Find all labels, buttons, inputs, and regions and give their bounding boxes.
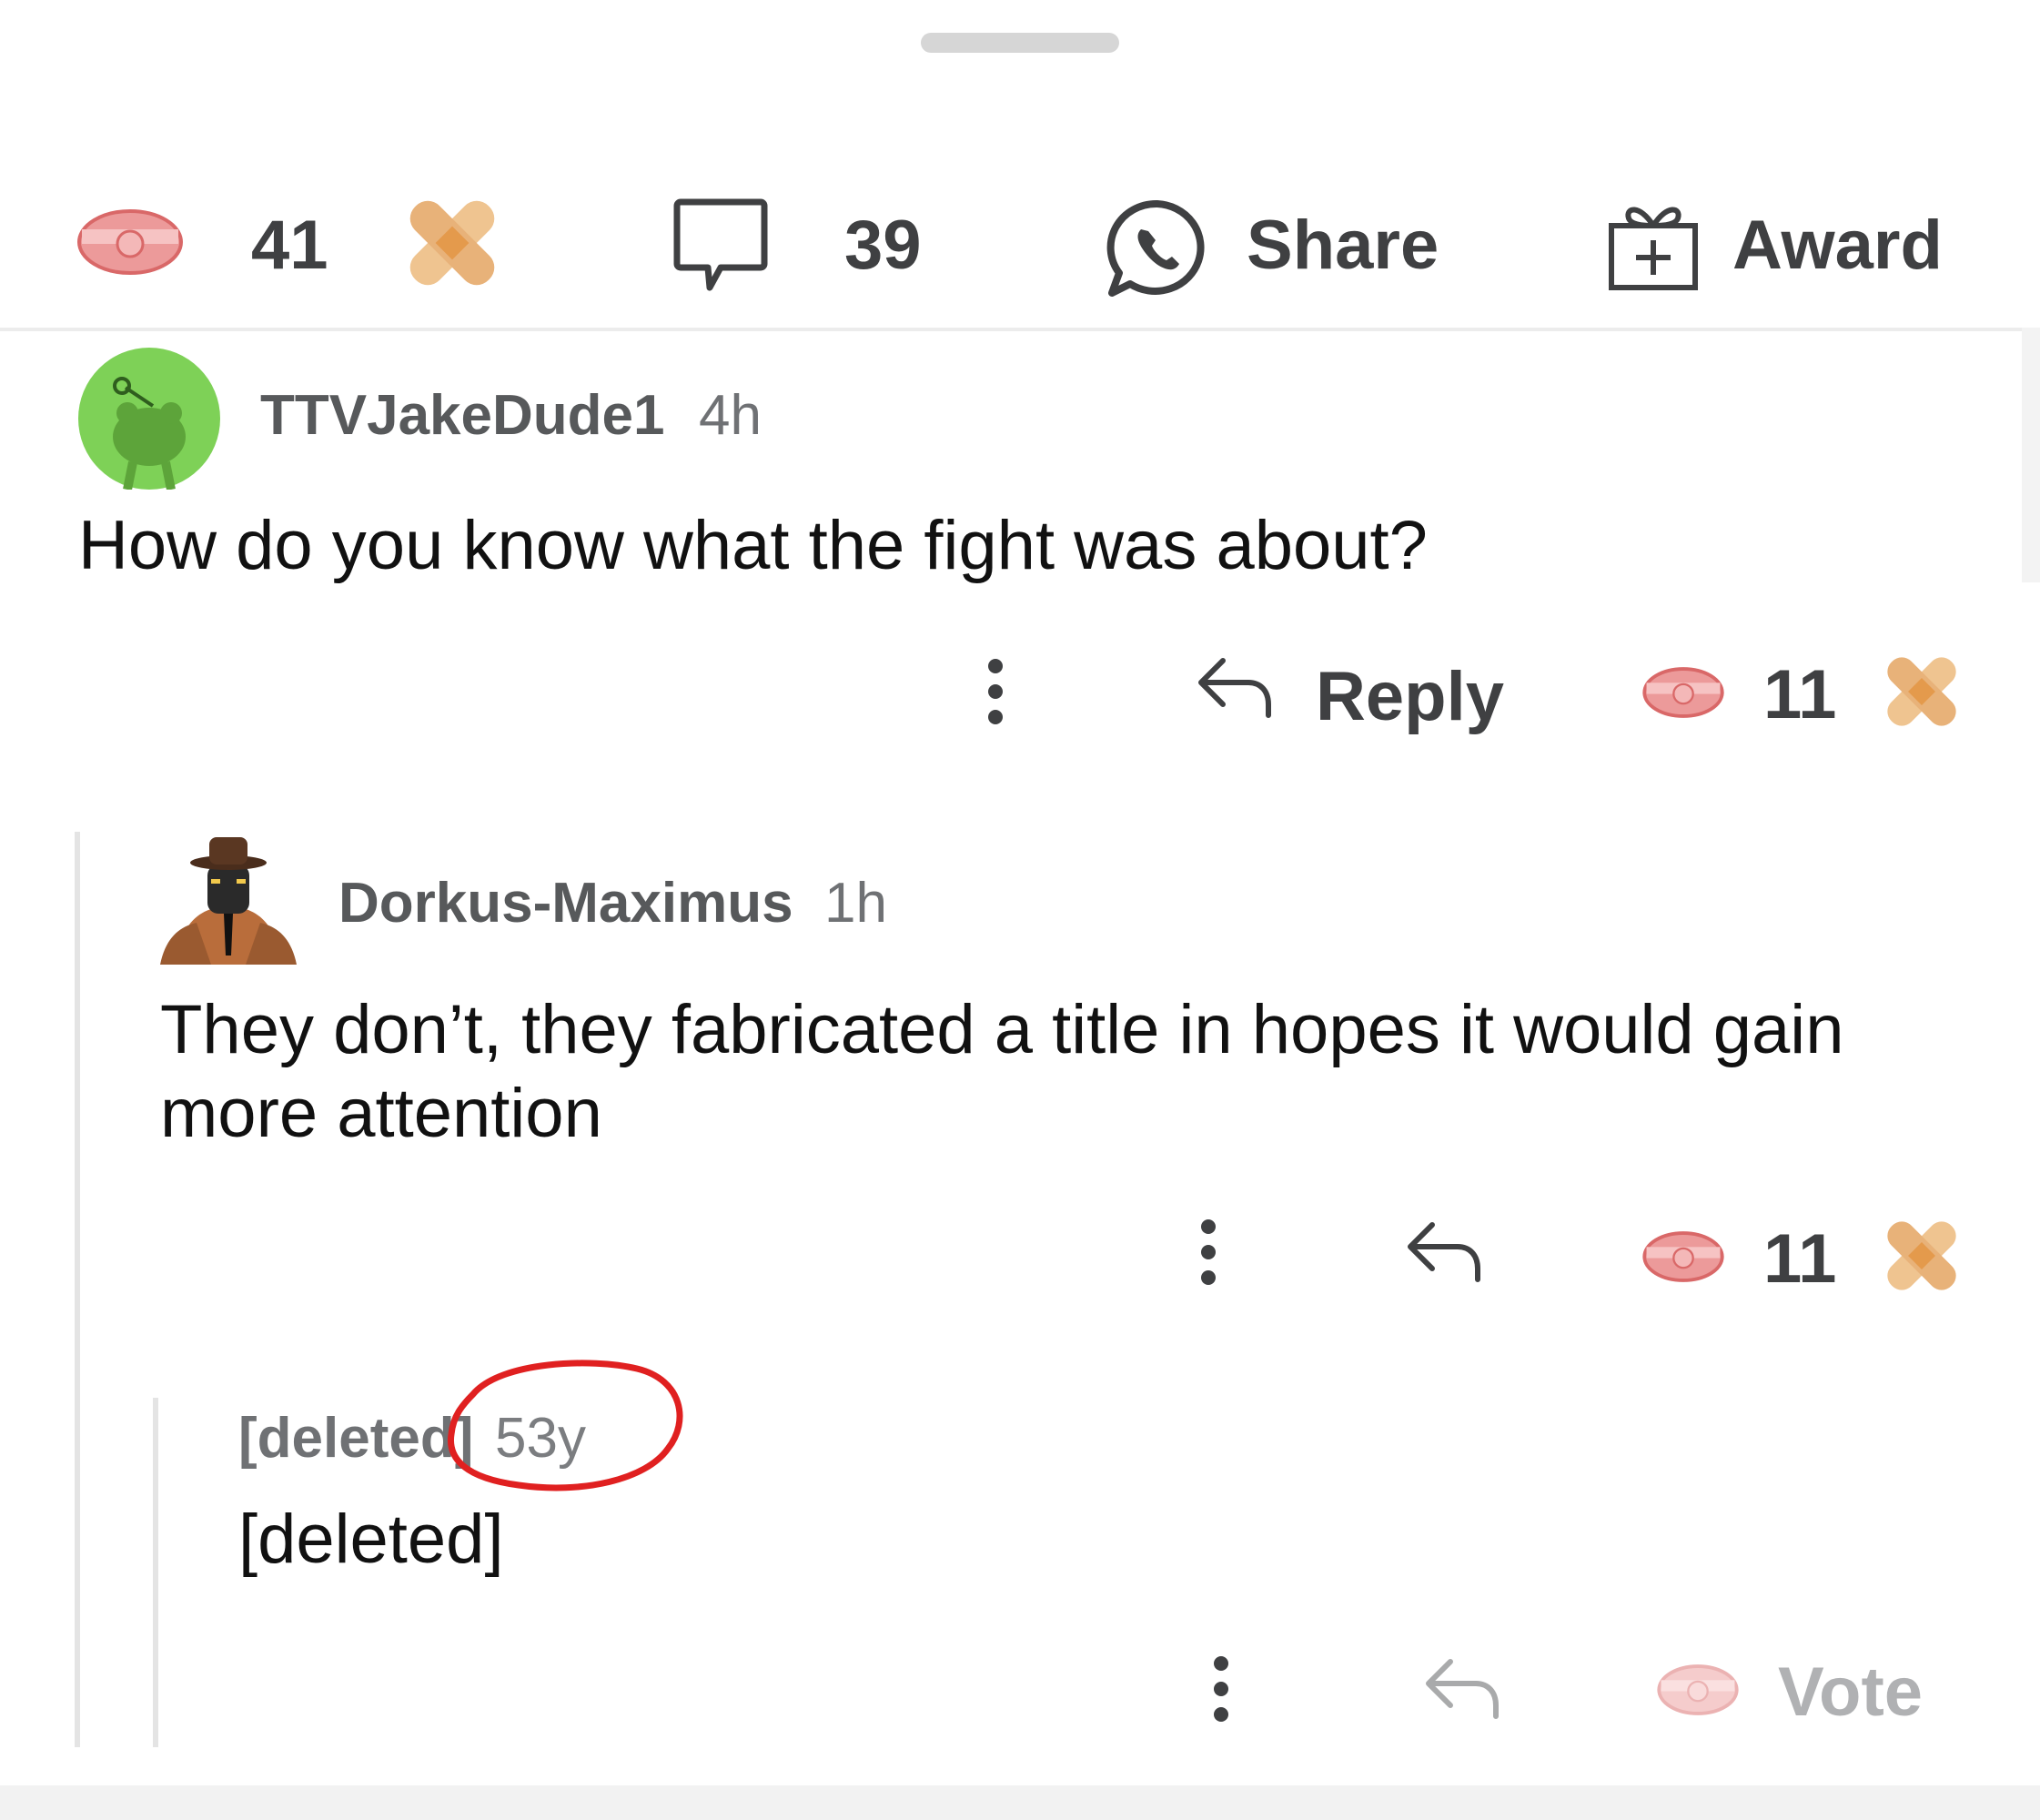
whatsapp-icon <box>1106 199 1205 297</box>
more-options-icon[interactable] <box>1210 1653 1232 1725</box>
comment-username: [deleted] <box>238 1407 474 1470</box>
vote-count: 11 <box>1763 656 1837 733</box>
sheet-drag-handle[interactable] <box>921 33 1119 53</box>
comment-count: 39 <box>844 207 922 284</box>
reply-button[interactable]: Reply <box>1192 650 1504 732</box>
downvote-icon[interactable] <box>1878 1212 1965 1299</box>
upvote-icon[interactable] <box>1641 1230 1725 1283</box>
comment-body: [deleted] <box>238 1501 504 1578</box>
avatar[interactable] <box>160 828 297 972</box>
more-options-icon[interactable] <box>1197 1216 1219 1289</box>
award-label: Award <box>1732 207 1943 284</box>
comment: TTVJakeDude1 4h How do you know what the… <box>0 331 2040 768</box>
reply-icon <box>1198 658 1271 718</box>
comment-username[interactable]: Dorkus-Maximus <box>338 875 793 932</box>
vote-label: Vote <box>1778 1653 1924 1731</box>
downvote-icon[interactable] <box>1878 648 1965 735</box>
bottom-strip <box>0 1785 2040 1820</box>
upvote-icon[interactable] <box>1641 666 1725 719</box>
reply-label: Reply <box>1316 658 1504 735</box>
upvote-count: 41 <box>251 207 328 284</box>
reply-icon[interactable] <box>1423 1656 1501 1720</box>
gift-icon <box>1609 207 1698 290</box>
reply-icon[interactable] <box>1405 1219 1483 1283</box>
comment-body: How do you know what the fight was about… <box>78 507 1428 584</box>
comment-timestamp: 1h <box>824 872 887 935</box>
comment: [deleted] 53y [deleted] Vote <box>164 1356 2040 1784</box>
share-label: Share <box>1247 207 1439 284</box>
red-annotation-circle <box>447 1360 683 1491</box>
more-options-icon[interactable] <box>985 655 1006 728</box>
vote-count: 11 <box>1763 1220 1837 1298</box>
avatar[interactable] <box>78 348 220 490</box>
upvote-icon[interactable] <box>1656 1663 1740 1716</box>
comment-body: They don’t, they fabricated a title in h… <box>160 991 1844 1152</box>
thread-line <box>75 832 80 1747</box>
thread-line <box>153 1398 158 1747</box>
comment-username[interactable]: TTVJakeDude1 <box>260 388 665 444</box>
downvote-icon[interactable] <box>399 189 506 297</box>
comment: Dorkus-Maximus 1h They don’t, they fabri… <box>91 819 2040 1329</box>
comment-timestamp: 4h <box>699 384 762 447</box>
post-action-bar: 41 39 Share Award <box>0 164 2040 328</box>
award-button[interactable]: Award <box>1607 191 1953 300</box>
upvote-icon[interactable] <box>76 207 184 277</box>
share-button[interactable]: Share <box>1101 191 1456 300</box>
comment-icon[interactable] <box>673 197 768 295</box>
